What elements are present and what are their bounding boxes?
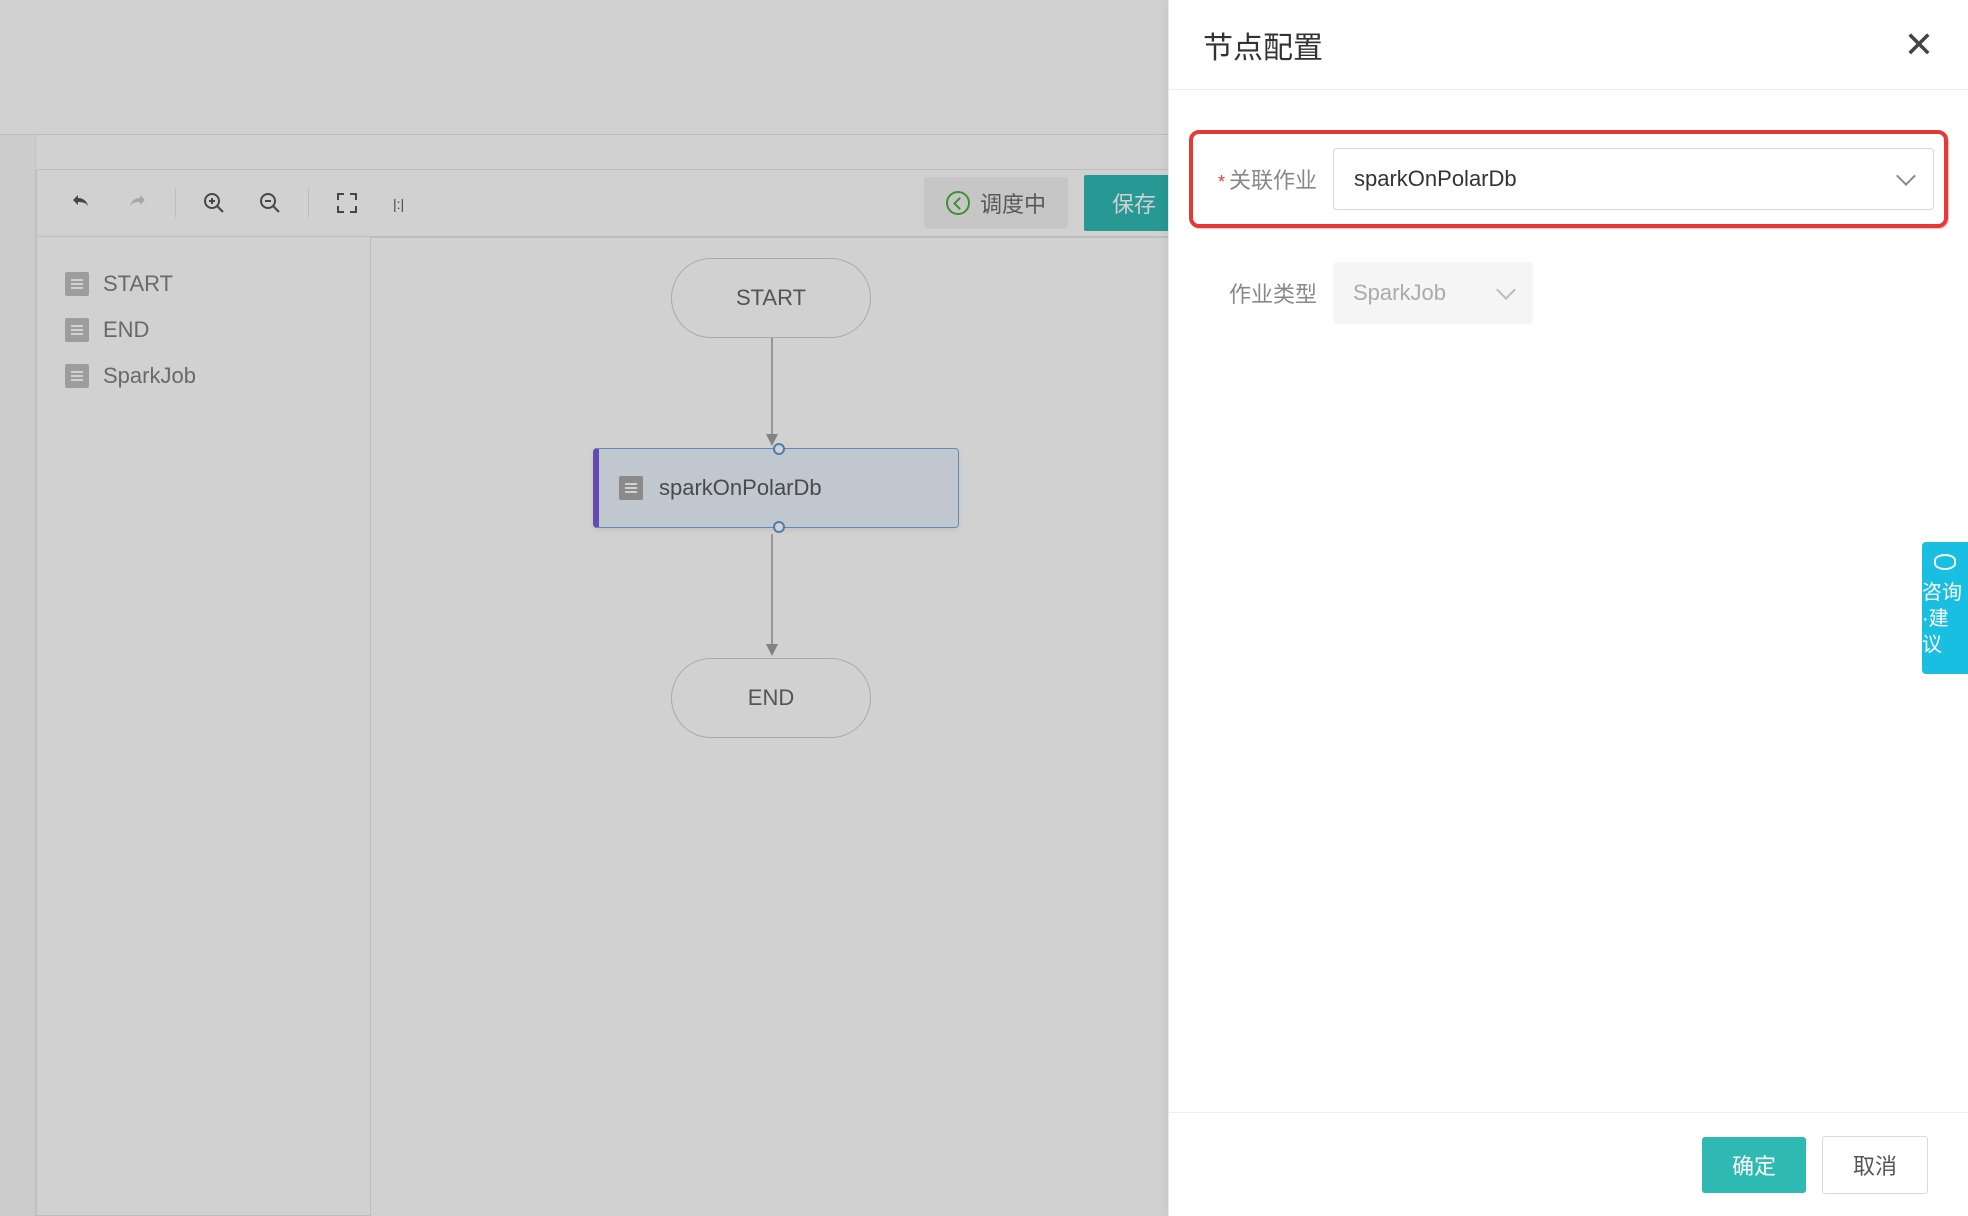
zoom-out-button[interactable] bbox=[242, 175, 298, 231]
flow-node-label: sparkOnPolarDb bbox=[659, 475, 822, 501]
node-icon bbox=[65, 318, 89, 342]
toolbar-separator bbox=[308, 188, 309, 218]
chevron-down-icon bbox=[1896, 166, 1916, 186]
edge-job-to-end bbox=[766, 534, 778, 658]
palette-item-end[interactable]: END bbox=[37, 307, 370, 353]
required-asterisk: * bbox=[1218, 172, 1225, 192]
cancel-button[interactable]: 取消 bbox=[1822, 1136, 1928, 1194]
undo-button[interactable] bbox=[53, 175, 109, 231]
drawer-title: 节点配置 bbox=[1203, 23, 1323, 67]
node-icon bbox=[619, 476, 643, 500]
close-icon: ✕ bbox=[1904, 24, 1934, 65]
select-value: SparkJob bbox=[1353, 280, 1446, 306]
fit-screen-icon bbox=[335, 191, 359, 215]
status-label: 调度中 bbox=[980, 187, 1046, 219]
svg-text:|:|: |:| bbox=[393, 196, 404, 212]
flow-node-start[interactable]: START bbox=[671, 258, 871, 338]
palette-item-label: START bbox=[103, 271, 173, 297]
zoom-in-button[interactable] bbox=[186, 175, 242, 231]
chevron-down-icon bbox=[1496, 280, 1516, 300]
status-running-icon bbox=[946, 191, 970, 215]
palette-item-start[interactable]: START bbox=[37, 261, 370, 307]
flow-node-end[interactable]: END bbox=[671, 658, 871, 738]
drawer-footer: 确定 取消 bbox=[1169, 1112, 1968, 1216]
node-palette: START END SparkJob bbox=[36, 237, 371, 1216]
palette-item-sparkjob[interactable]: SparkJob bbox=[37, 353, 370, 399]
redo-icon bbox=[125, 191, 149, 215]
ok-button[interactable]: 确定 bbox=[1702, 1137, 1806, 1193]
node-icon bbox=[65, 272, 89, 296]
form-label-job-type: 作业类型 bbox=[1203, 277, 1333, 309]
job-type-select: SparkJob bbox=[1333, 262, 1533, 324]
feedback-icon bbox=[1934, 554, 1956, 570]
drawer-close-button[interactable]: ✕ bbox=[1904, 27, 1934, 63]
node-port-top[interactable] bbox=[773, 443, 785, 455]
form-row-assoc-job: *关联作业 sparkOnPolarDb bbox=[1189, 130, 1948, 228]
form-label-assoc-job: *关联作业 bbox=[1203, 163, 1333, 195]
redo-button[interactable] bbox=[109, 175, 165, 231]
feedback-text: 咨询·建议 bbox=[1922, 580, 1968, 658]
assoc-job-select[interactable]: sparkOnPolarDb bbox=[1333, 148, 1934, 210]
toolbar-separator bbox=[175, 188, 176, 218]
select-value: sparkOnPolarDb bbox=[1354, 166, 1517, 192]
flow-node-label: START bbox=[736, 285, 806, 311]
node-icon bbox=[65, 364, 89, 388]
fit-button[interactable] bbox=[319, 175, 375, 231]
node-config-drawer: 节点配置 ✕ *关联作业 sparkOnPolarDb 作业类型 SparkJo… bbox=[1168, 0, 1968, 1216]
drawer-header: 节点配置 ✕ bbox=[1169, 0, 1968, 90]
label-text: 关联作业 bbox=[1229, 168, 1317, 193]
flow-node-label: END bbox=[748, 685, 794, 711]
label-text: 作业类型 bbox=[1229, 282, 1317, 307]
node-port-bottom[interactable] bbox=[773, 521, 785, 533]
editor-toolbar: |:| 调度中 保存 bbox=[36, 169, 1201, 237]
feedback-tab[interactable]: 咨询·建议 bbox=[1922, 542, 1968, 674]
zoom-out-icon bbox=[258, 191, 282, 215]
flow-node-job[interactable]: sparkOnPolarDb bbox=[593, 448, 959, 528]
palette-item-label: END bbox=[103, 317, 149, 343]
form-row-job-type: 作业类型 SparkJob bbox=[1203, 262, 1934, 324]
palette-item-label: SparkJob bbox=[103, 363, 196, 389]
left-rail bbox=[0, 135, 36, 1216]
drawer-body: *关联作业 sparkOnPolarDb 作业类型 SparkJob bbox=[1169, 90, 1968, 1112]
edge-start-to-job bbox=[766, 338, 778, 448]
schedule-status-pill[interactable]: 调度中 bbox=[924, 177, 1068, 229]
one-to-one-icon: |:| bbox=[391, 191, 415, 215]
undo-icon bbox=[69, 191, 93, 215]
actual-size-button[interactable]: |:| bbox=[375, 175, 431, 231]
zoom-in-icon bbox=[202, 191, 226, 215]
